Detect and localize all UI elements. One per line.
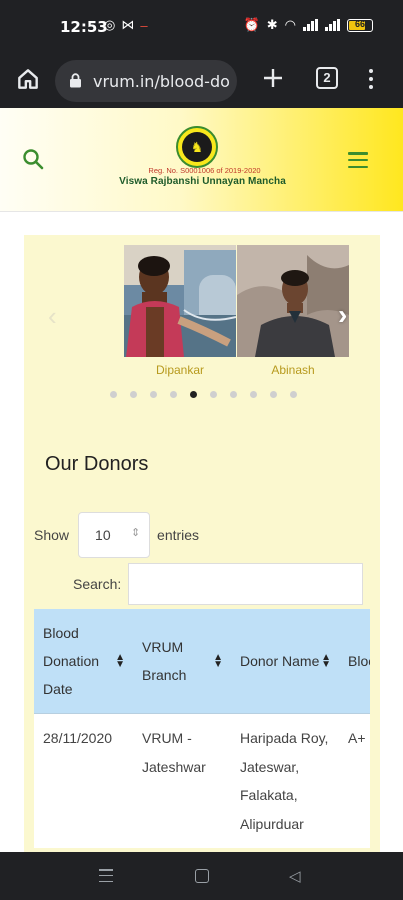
header-label: Blood Donation Date (43, 625, 100, 697)
donors-panel: ‹ Dipankar Abinash › Our Donors Show 10 … (24, 235, 380, 852)
logo-figure-icon: ♞ (182, 132, 212, 162)
cell-donor-name: Haripada Roy, Jateswar, Falakata, Alipur… (231, 713, 339, 848)
organization-name: Viswa Rajbanshi Unnayan Mancha (119, 176, 286, 187)
page-size-value: 10 (95, 527, 111, 543)
entries-label: entries (157, 527, 200, 543)
status-bar: 12:53 ◎ ⋈ – ⏰ ✱ ◠ 66 (0, 0, 403, 54)
table-search: Search: (73, 563, 364, 605)
lock-icon (70, 73, 81, 88)
carousel-dot[interactable] (169, 391, 177, 398)
sort-icon: ▲ ▼ (115, 652, 125, 670)
page-size-control: Show 10 ⇕ entries (34, 512, 199, 558)
show-label: Show (34, 527, 70, 543)
search-input[interactable] (128, 563, 364, 605)
home-icon[interactable] (15, 66, 41, 92)
carousel-dot[interactable] (189, 391, 197, 398)
signal-icon (303, 19, 318, 31)
alarm-icon: ⏰ (243, 17, 260, 32)
carousel-dot[interactable] (289, 391, 297, 398)
sort-icon: ▲ ▼ (321, 652, 331, 670)
carousel-dot[interactable] (209, 391, 217, 398)
cell-blood-group: A+ (339, 713, 370, 848)
status-time: 12:53 (60, 18, 108, 36)
site-logo[interactable]: ♞ (176, 126, 218, 168)
donor-card[interactable]: Dipankar (124, 245, 236, 377)
whatsapp-icon: ◎ (104, 17, 116, 32)
header-label: Blood Group (348, 653, 370, 669)
system-icons: ⏰ ✱ ◠ 66 (244, 17, 373, 33)
carousel-prev-icon[interactable]: ‹ (48, 301, 57, 332)
tab-switcher-button[interactable]: 2 (316, 67, 338, 89)
notification-icons: ◎ ⋈ – (104, 17, 148, 33)
battery-icon: 66 (347, 18, 373, 32)
address-bar[interactable]: vrum.in/blood-do (55, 60, 237, 102)
wifi-icon: ◠ (284, 17, 296, 32)
donor-name: Abinash (271, 363, 315, 377)
carousel-next-icon[interactable]: › (338, 299, 347, 331)
header-donation-date[interactable]: Blood Donation Date ▲ ▼ (34, 609, 133, 714)
carousel-pagination (24, 391, 380, 398)
battery-percent: 66 (354, 18, 365, 29)
search-label: Search: (73, 576, 122, 592)
browser-menu-icon[interactable] (366, 66, 376, 92)
back-icon[interactable]: ◁ (289, 867, 301, 885)
media-icon: ⋈ (121, 17, 135, 32)
header-blood-group[interactable]: Blood Group▲▼ (339, 609, 370, 714)
donor-carousel: ‹ Dipankar Abinash › (24, 235, 380, 415)
table-header-row: Blood Donation Date ▲ ▼ VRUM Branch ▲ ▼ Dono… (34, 609, 370, 714)
carousel-dot[interactable] (129, 391, 137, 398)
donor-photo (237, 245, 349, 357)
page-size-select[interactable]: 10 ⇕ (78, 512, 151, 558)
carousel-dot[interactable] (109, 391, 117, 398)
donors-table: Blood Donation Date ▲ ▼ VRUM Branch ▲ ▼ Dono… (34, 609, 370, 848)
section-title: Our Donors (45, 453, 149, 475)
browser-toolbar: vrum.in/blood-do 2 (0, 54, 403, 108)
chevron-updown-icon: ⇕ (131, 527, 141, 539)
carousel-dot[interactable] (229, 391, 237, 398)
donor-name: Dipankar (155, 363, 205, 377)
signal-icon-2 (325, 19, 340, 31)
cell-branch: VRUM - Jateshwar (133, 713, 231, 848)
sort-icon: ▲ ▼ (213, 652, 223, 670)
table-row: 28/11/2020 VRUM - Jateshwar Haripada Roy… (34, 713, 370, 848)
hamburger-menu-icon[interactable] (348, 152, 368, 168)
recent-apps-icon[interactable] (99, 869, 113, 882)
carousel-dot[interactable] (269, 391, 277, 398)
site-header: ♞ Reg. No. S0001006 of 2019-2020 Viswa R… (0, 108, 403, 212)
page-content: ‹ Dipankar Abinash › Our Donors Show 10 … (0, 212, 403, 852)
donors-table-container[interactable]: Blood Donation Date ▲ ▼ VRUM Branch ▲ ▼ Dono… (34, 609, 370, 852)
registration-number: Reg. No. S0001006 of 2019-2020 (148, 166, 261, 175)
carousel-dot[interactable] (249, 391, 257, 398)
system-navigation-bar: ◁ (0, 852, 403, 900)
url-text: vrum.in/blood-do (93, 72, 230, 91)
cell-donation-date: 28/11/2020 (34, 713, 133, 848)
header-branch[interactable]: VRUM Branch ▲ ▼ (133, 609, 231, 714)
donor-photo (124, 245, 236, 357)
donor-card[interactable]: Abinash (237, 245, 349, 377)
missed-call-icon: – (140, 17, 148, 33)
bluetooth-icon: ✱ (266, 17, 278, 32)
header-donor-name[interactable]: Donor Name ▲ ▼ (231, 609, 339, 714)
new-tab-icon[interactable] (262, 67, 284, 89)
home-nav-icon[interactable] (195, 869, 209, 883)
header-label: VRUM Branch (142, 639, 187, 683)
carousel-dot[interactable] (149, 391, 157, 398)
header-label: Donor Name (240, 653, 320, 669)
